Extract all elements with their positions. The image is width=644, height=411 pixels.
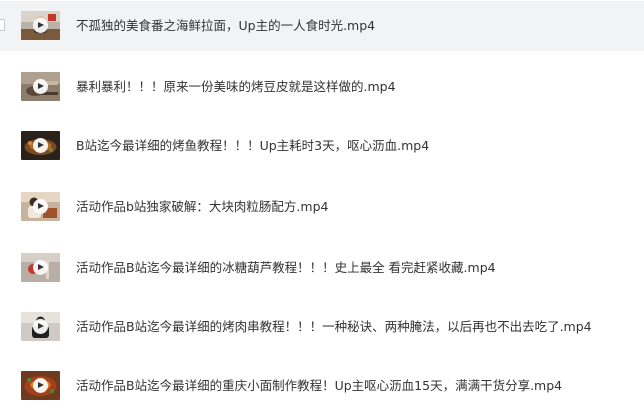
file-row[interactable]: 暴利暴利！！！原来一份美味的烤豆皮就是这样做的.mp4 — [0, 62, 644, 112]
candied-haws-thumbnail — [21, 253, 60, 282]
play-icon — [33, 319, 48, 334]
file-name: 活动作品B站迄今最详细的重庆小面制作教程！Up主呕心沥血15天，满满干货分享.m… — [76, 378, 563, 393]
file-name: 暴利暴利！！！原来一份美味的烤豆皮就是这样做的.mp4 — [76, 79, 396, 94]
grilled-fish-thumbnail — [21, 131, 60, 160]
play-icon — [33, 138, 48, 153]
person-at-table-thumbnail — [21, 11, 60, 40]
file-row[interactable]: 不孤独的美食番之海鲜拉面，Up主的一人食时光.mp4 — [0, 1, 644, 51]
file-name: 活动作品b站独家破解：大块肉粒肠配方.mp4 — [76, 199, 329, 214]
checkbox-icon[interactable] — [0, 19, 5, 31]
file-row[interactable]: B站迄今最详细的烤鱼教程！！！Up主耗时3天，呕心沥血.mp4 — [0, 121, 644, 171]
play-icon — [33, 378, 48, 393]
file-list: 不孤独的美食番之海鲜拉面，Up主的一人食时光.mp4 暴利暴利！！！原来一份美味… — [0, 0, 644, 405]
file-row[interactable]: 活动作品B站迄今最详细的烤肉串教程！！！一种秘诀、两种腌法，以后再也不出去吃了.… — [0, 302, 644, 352]
play-icon — [33, 18, 48, 33]
file-name: B站迄今最详细的烤鱼教程！！！Up主耗时3天，呕心沥血.mp4 — [76, 138, 430, 153]
play-icon — [33, 79, 48, 94]
file-row[interactable]: 活动作品b站独家破解：大块肉粒肠配方.mp4 — [0, 182, 644, 232]
file-name: 活动作品B站迄今最详细的冰糖葫芦教程！！！史上最全 看完赶紧收藏.mp4 — [76, 260, 496, 275]
grilled-tofu-skin-thumbnail — [21, 72, 60, 101]
file-row[interactable]: 活动作品B站迄今最详细的冰糖葫芦教程！！！史上最全 看完赶紧收藏.mp4 — [0, 243, 644, 293]
file-name: 不孤独的美食番之海鲜拉面，Up主的一人食时光.mp4 — [76, 18, 376, 33]
person-in-mask-thumbnail — [21, 312, 60, 341]
person-cooking-thumbnail — [21, 192, 60, 221]
chongqing-noodles-thumbnail — [21, 371, 60, 400]
file-row[interactable]: 活动作品B站迄今最详细的重庆小面制作教程！Up主呕心沥血15天，满满干货分享.m… — [0, 361, 644, 411]
play-icon — [33, 199, 48, 214]
file-name: 活动作品B站迄今最详细的烤肉串教程！！！一种秘诀、两种腌法，以后再也不出去吃了.… — [76, 319, 592, 334]
play-icon — [33, 260, 48, 275]
